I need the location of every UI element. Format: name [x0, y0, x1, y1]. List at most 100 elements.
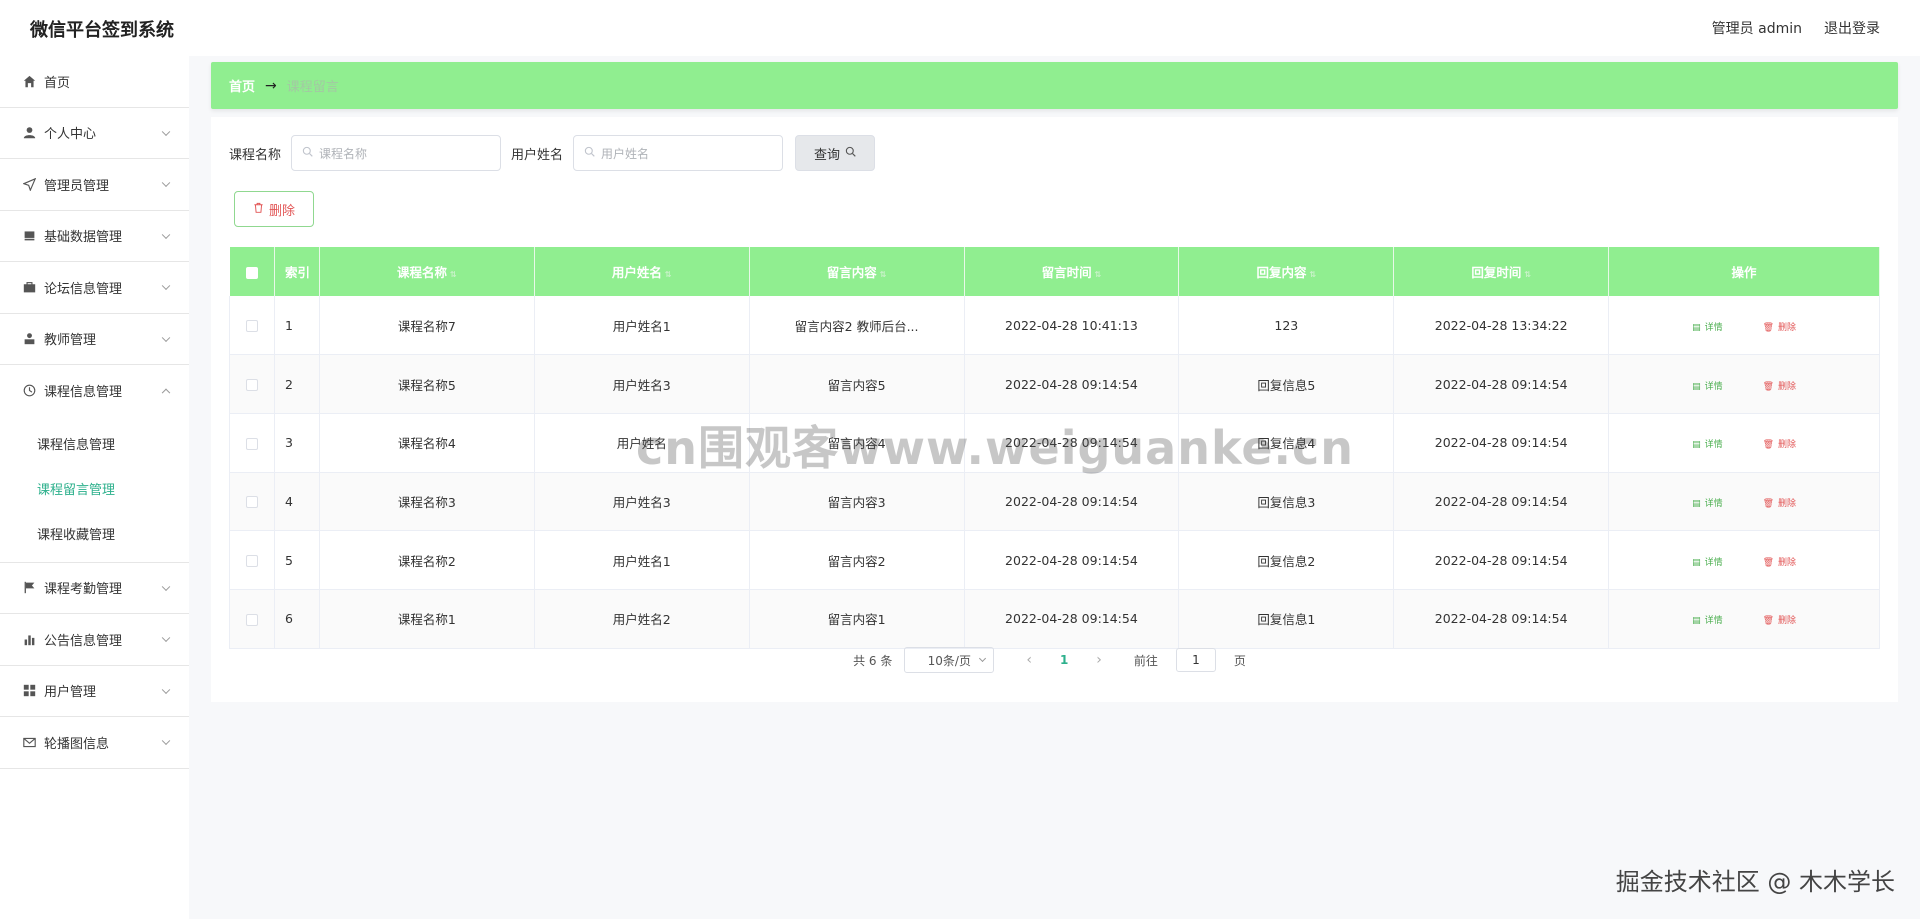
- column-header-user[interactable]: 用户姓名 ⇅: [534, 247, 750, 296]
- send-icon: [22, 177, 36, 191]
- trash-icon: 🗑: [1762, 498, 1775, 509]
- batch-delete-button[interactable]: 删除: [234, 191, 314, 227]
- submenu-item-course-favorites[interactable]: 课程收藏管理: [0, 511, 189, 556]
- cell-course: 课程名称7: [319, 296, 535, 356]
- row-delete-label: 删除: [1778, 557, 1797, 568]
- row-delete-button[interactable]: 🗑 删除: [1763, 558, 1796, 568]
- prev-page-icon[interactable]: ‹: [1018, 652, 1040, 668]
- row-delete-button[interactable]: 🗑 删除: [1763, 616, 1796, 626]
- column-header-message-time[interactable]: 留言时间 ⇅: [964, 247, 1180, 296]
- column-header-course[interactable]: 课程名称 ⇅: [319, 247, 535, 296]
- bar-chart-icon: [22, 632, 36, 646]
- goto-page-input[interactable]: 1: [1175, 648, 1216, 672]
- goto-prefix: 前往: [1133, 653, 1158, 668]
- sidebar-item-basic-data[interactable]: 基础数据管理: [0, 211, 189, 262]
- select-all-checkbox[interactable]: [245, 266, 258, 279]
- detail-button[interactable]: ▤ 详情: [1692, 558, 1723, 568]
- row-select-cell: [229, 413, 275, 473]
- sidebar-item-attendance[interactable]: 课程考勤管理: [0, 563, 189, 614]
- table-row: 1 课程名称7 用户姓名1 留言内容2 教师后台... 2022-04-28 10:41…: [229, 296, 1880, 356]
- home-icon: [22, 74, 36, 88]
- logout-link[interactable]: 退出登录: [1824, 18, 1880, 38]
- cell-reply-time: 2022-04-28 09:14:54: [1393, 354, 1610, 414]
- row-delete-label: 删除: [1778, 440, 1797, 451]
- cell-ops: ▤ 详情 🗑 删除: [1608, 354, 1880, 414]
- mail-icon: [22, 735, 36, 749]
- next-page-icon[interactable]: ›: [1088, 652, 1110, 668]
- row-select-cell: [229, 530, 275, 590]
- column-header-label: 留言内容: [826, 265, 877, 280]
- sort-icon: ⇅: [879, 270, 887, 279]
- sidebar: 首页 个人中心 管理员管理 基础数据管理 论坛信息管理 教师管理 课程信息管理 …: [0, 56, 189, 919]
- sidebar-item-announcement[interactable]: 公告信息管理: [0, 614, 189, 666]
- sidebar-item-label: 首页: [44, 75, 71, 91]
- sidebar-item-personal-center[interactable]: 个人中心: [0, 108, 189, 159]
- cell-index: 4: [274, 472, 320, 532]
- sidebar-item-carousel[interactable]: 轮播图信息: [0, 717, 189, 769]
- detail-button[interactable]: ▤ 详情: [1692, 499, 1723, 509]
- row-delete-label: 删除: [1778, 381, 1797, 392]
- cell-user: 用户姓名1: [534, 530, 750, 590]
- cell-reply: 回复信息1: [1178, 589, 1395, 649]
- breadcrumb-current: 课程留言: [286, 80, 339, 95]
- trash-icon: 🗑: [1762, 381, 1775, 392]
- row-checkbox[interactable]: [245, 379, 258, 392]
- query-button[interactable]: 查询: [795, 135, 876, 171]
- sidebar-item-home[interactable]: 首页: [0, 56, 189, 108]
- cell-message-time: 2022-04-28 09:14:54: [964, 589, 1180, 649]
- row-checkbox[interactable]: [245, 613, 258, 626]
- breadcrumb-home[interactable]: 首页: [229, 76, 255, 95]
- row-delete-button[interactable]: 🗑 删除: [1763, 440, 1796, 450]
- row-select-cell: [229, 589, 275, 649]
- column-header-reply-time[interactable]: 回复时间 ⇅: [1393, 247, 1610, 296]
- cell-message: 留言内容2 教师后台...: [749, 296, 965, 356]
- user-name-input[interactable]: 用户姓名: [573, 135, 784, 171]
- sidebar-item-course-info[interactable]: 课程信息管理: [0, 365, 189, 417]
- course-name-input[interactable]: 课程名称: [291, 135, 502, 171]
- current-page-number[interactable]: 1: [1052, 653, 1076, 667]
- column-header-reply[interactable]: 回复内容 ⇅: [1178, 247, 1395, 296]
- row-delete-button[interactable]: 🗑 删除: [1763, 323, 1796, 333]
- row-delete-button[interactable]: 🗑 删除: [1763, 499, 1796, 509]
- table-header-row: 索引 课程名称 ⇅ 用户姓名 ⇅ 留言内容 ⇅ 留言时间 ⇅ 回复内容 ⇅ 回复时间 ⇅ 操…: [229, 247, 1880, 296]
- column-header-label: 课程名称: [397, 265, 448, 280]
- sidebar-item-teacher[interactable]: 教师管理: [0, 314, 189, 365]
- pagination-total: 共 6 条: [853, 653, 893, 668]
- sort-icon: ⇅: [450, 270, 457, 279]
- cell-course: 课程名称2: [319, 530, 535, 590]
- stack-icon: [22, 229, 36, 243]
- detail-button[interactable]: ▤ 详情: [1692, 323, 1723, 333]
- cell-reply-time: 2022-04-28 09:14:54: [1393, 589, 1610, 649]
- row-checkbox[interactable]: [245, 555, 258, 568]
- column-header-label: 用户姓名: [611, 265, 662, 280]
- chevron-down-icon: [161, 230, 171, 239]
- course-info-submenu: 课程信息管理 课程留言管理 课程收藏管理: [0, 417, 189, 563]
- submenu-item-course-info[interactable]: 课程信息管理: [0, 421, 189, 466]
- chevron-down-icon: [161, 178, 171, 188]
- cell-ops: ▤ 详情 🗑 删除: [1608, 530, 1880, 590]
- cell-message-time: 2022-04-28 09:14:54: [964, 413, 1180, 473]
- document-icon: ▤: [1692, 616, 1701, 627]
- sidebar-item-user-management[interactable]: 用户管理: [0, 666, 189, 717]
- page-size-select[interactable]: 10条/页: [904, 647, 995, 673]
- sidebar-item-label: 用户管理: [44, 685, 97, 701]
- page-size-value: 10条/页: [927, 653, 971, 668]
- cell-reply-time: 2022-04-28 09:14:54: [1393, 472, 1610, 532]
- row-checkbox[interactable]: [245, 320, 258, 333]
- detail-button[interactable]: ▤ 详情: [1692, 382, 1723, 392]
- column-header-label: 留言时间: [1041, 265, 1092, 280]
- top-bar: 微信平台签到系统 管理员 admin 退出登录: [0, 0, 1920, 56]
- cell-course: 课程名称1: [319, 589, 535, 649]
- row-delete-button[interactable]: 🗑 删除: [1763, 382, 1796, 392]
- row-checkbox[interactable]: [245, 437, 258, 450]
- detail-button[interactable]: ▤ 详情: [1692, 616, 1723, 626]
- cell-message: 留言内容4: [749, 413, 965, 473]
- submenu-item-course-message[interactable]: 课程留言管理: [0, 466, 189, 511]
- column-header-message[interactable]: 留言内容 ⇅: [749, 247, 965, 296]
- row-checkbox[interactable]: [245, 496, 258, 509]
- detail-button[interactable]: ▤ 详情: [1692, 440, 1723, 450]
- sidebar-item-admin-management[interactable]: 管理员管理: [0, 159, 189, 211]
- clock-icon: [22, 384, 36, 398]
- sidebar-item-forum[interactable]: 论坛信息管理: [0, 262, 189, 314]
- cell-ops: ▤ 详情 🗑 删除: [1608, 413, 1880, 473]
